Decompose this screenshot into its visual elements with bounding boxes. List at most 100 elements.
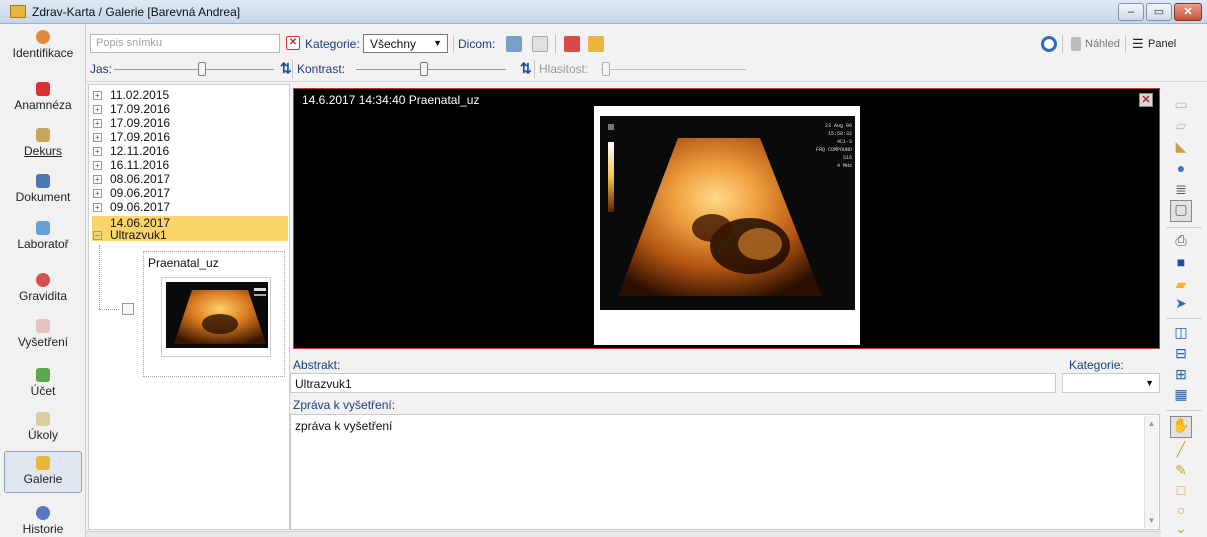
list-icon[interactable]: ≣ — [1173, 181, 1189, 197]
image-viewer[interactable]: 14.6.2017 14:34:40 Praenatal_uz ✕ 23 Aug… — [293, 88, 1160, 349]
dicom-import-icon[interactable] — [506, 36, 522, 52]
page-icon[interactable]: ▱ — [1173, 117, 1189, 133]
jas-slider-track[interactable] — [114, 69, 274, 70]
jas-slider-thumb[interactable] — [198, 62, 206, 76]
open-folder-icon[interactable] — [588, 36, 604, 52]
kategorie-form-label: Kategorie: — [1069, 358, 1124, 372]
hlasitost-slider-thumb[interactable] — [602, 62, 610, 76]
gallery-icon — [36, 456, 50, 470]
nav-identifikace[interactable]: Identifikace — [4, 26, 82, 76]
tree-item-date[interactable]: +17.09.2016 — [93, 131, 170, 143]
layout-grid-4-icon[interactable]: ⊞ — [1173, 366, 1189, 382]
separator — [534, 60, 535, 78]
grid-icon — [36, 319, 50, 333]
refresh-icon[interactable] — [1041, 36, 1057, 52]
restore-button[interactable]: ▭ — [1146, 3, 1172, 21]
expand-icon[interactable]: + — [93, 161, 102, 170]
separator — [555, 35, 556, 53]
nav-galerie[interactable]: Galerie — [4, 451, 82, 493]
thumbnail-image[interactable] — [161, 277, 271, 357]
expand-icon[interactable]: + — [93, 133, 102, 142]
pen-tool-icon[interactable]: ✎ — [1173, 462, 1189, 478]
expand-icon[interactable]: + — [93, 119, 102, 128]
tree-item-date[interactable]: +09.06.2017 — [93, 187, 170, 199]
zprava-textarea[interactable]: zpráva k vyšetření ▲ ▼ — [290, 414, 1160, 530]
back-arrow-icon[interactable]: ➤ — [1173, 295, 1189, 311]
expand-icon[interactable]: + — [93, 147, 102, 156]
nav-anamneza[interactable]: Anamnéza — [4, 78, 82, 128]
brush-icon[interactable]: ◣ — [1173, 138, 1189, 154]
nav-gravidita[interactable]: Gravidita — [4, 269, 82, 319]
close-button[interactable]: ✕ — [1174, 3, 1202, 21]
expand-icon[interactable]: + — [93, 175, 102, 184]
scroll-up-icon[interactable]: ▲ — [1145, 419, 1158, 428]
reset-jas-icon[interactable]: ⇅ — [280, 60, 292, 77]
nav-ucet[interactable]: Účet — [4, 364, 82, 414]
kontrast-label: Kontrast: — [297, 62, 346, 76]
copy-icon[interactable] — [532, 36, 548, 52]
edit-image-icon[interactable] — [564, 36, 580, 52]
window-title: Zdrav-Karta / Galerie [Barevná Andrea] — [32, 5, 241, 19]
scrollbar[interactable]: ▲ ▼ — [1144, 416, 1158, 528]
panel-button[interactable]: Panel — [1148, 38, 1176, 50]
layout-grid-9-icon[interactable]: ▦ — [1173, 386, 1189, 402]
close-image-icon[interactable]: ✕ — [1139, 93, 1153, 107]
ellipse-tool-icon[interactable]: ○ — [1173, 502, 1189, 518]
ultrasound-photo[interactable]: 23 Aug 06 15:50:32 4C1-S FRQ COMPOUND S1… — [594, 106, 860, 345]
layout-two-rows-icon[interactable]: ⊟ — [1173, 345, 1189, 361]
minimize-button[interactable]: – — [1118, 3, 1144, 21]
dicom-label: Dicom: — [458, 37, 496, 51]
tree-item-date[interactable]: +11.02.2015 — [93, 89, 169, 101]
tree-item-date[interactable]: +17.09.2016 — [93, 103, 170, 115]
expand-icon[interactable]: + — [93, 105, 102, 114]
abstrakt-field[interactable]: Ultrazvuk1 — [290, 373, 1056, 393]
viewer-caption: 14.6.2017 14:34:40 Praenatal_uz — [302, 93, 480, 107]
zprava-label: Zpráva k vyšetření: — [293, 398, 396, 412]
expand-icon[interactable]: + — [93, 203, 102, 212]
search-input[interactable]: Popis snímku — [90, 34, 280, 53]
expand-icon[interactable]: + — [93, 91, 102, 100]
folder-icon[interactable]: ▰ — [1173, 276, 1189, 292]
hand-tool-icon[interactable]: ✋ — [1170, 416, 1192, 438]
tree-item-date[interactable]: +08.06.2017 — [93, 173, 170, 185]
nav-vysetreni[interactable]: Vyšetření — [4, 315, 82, 365]
expand-icon[interactable]: + — [93, 189, 102, 198]
chevron-down-icon[interactable]: ⌄ — [1173, 520, 1189, 536]
hlasitost-slider-track[interactable] — [601, 69, 746, 70]
scan-overlay-text: 23 Aug 06 15:50:32 4C1-S FRQ COMPOUND S1… — [815, 123, 852, 169]
preview-icon[interactable] — [1071, 37, 1081, 51]
tree-item-date[interactable]: +12.11.2016 — [93, 145, 169, 157]
line-tool-icon[interactable]: ╱ — [1173, 441, 1189, 457]
clear-search-icon[interactable]: ✕ — [286, 36, 300, 50]
scroll-down-icon[interactable]: ▼ — [1145, 516, 1158, 525]
nav-dekurs[interactable]: Dekurs — [4, 124, 82, 174]
print-icon[interactable]: ⎙ — [1173, 232, 1189, 248]
right-tool-panel: ▭ ▱ ◣ ● ≣ ▢ ⎙ ■ ▰ ➤ ◫ ⊟ ⊞ ▦ ✋ ╱ ✎ □ ○ ⌄ — [1162, 84, 1207, 537]
nav-laborator[interactable]: Laboratoř — [4, 217, 82, 267]
ultrasound-scan: 23 Aug 06 15:50:32 4C1-S FRQ COMPOUND S1… — [600, 116, 855, 310]
status-bar — [86, 531, 1161, 537]
briefcase-icon — [36, 128, 50, 142]
hlasitost-label: Hlasitost: — [539, 62, 589, 76]
nahled-button[interactable]: Náhled — [1085, 38, 1120, 50]
nav-historie[interactable]: Historie — [4, 502, 82, 537]
tree-item-date[interactable]: +17.09.2016 — [93, 117, 170, 129]
tree-connector — [99, 245, 100, 309]
kontrast-slider-thumb[interactable] — [419, 62, 428, 76]
nav-dokument[interactable]: Dokument — [4, 170, 82, 220]
document-view-icon[interactable]: ▢ — [1170, 200, 1192, 222]
kategorie-form-select[interactable]: ▼ — [1062, 373, 1160, 393]
thumbnail-card[interactable]: Praenatal_uz — [143, 251, 285, 377]
rectangle-tool-icon[interactable]: □ — [1173, 482, 1189, 498]
tree-item-ultrazvuk[interactable]: – Ultrazvuk1 — [93, 229, 167, 241]
note-icon[interactable]: ▭ — [1173, 96, 1189, 112]
users-icon[interactable]: ● — [1173, 160, 1189, 176]
kontrast-slider-track[interactable] — [356, 69, 506, 70]
thumbnail-checkbox[interactable] — [122, 303, 134, 315]
layout-two-columns-icon[interactable]: ◫ — [1173, 324, 1189, 340]
tree-item-date[interactable]: +09.06.2017 — [93, 201, 170, 213]
tree-item-date[interactable]: +16.11.2016 — [93, 159, 169, 171]
reset-kontrast-icon[interactable]: ⇅ — [520, 60, 532, 77]
image-export-icon[interactable]: ■ — [1173, 254, 1189, 270]
kategorie-select[interactable]: Všechny ▼ — [363, 34, 448, 53]
